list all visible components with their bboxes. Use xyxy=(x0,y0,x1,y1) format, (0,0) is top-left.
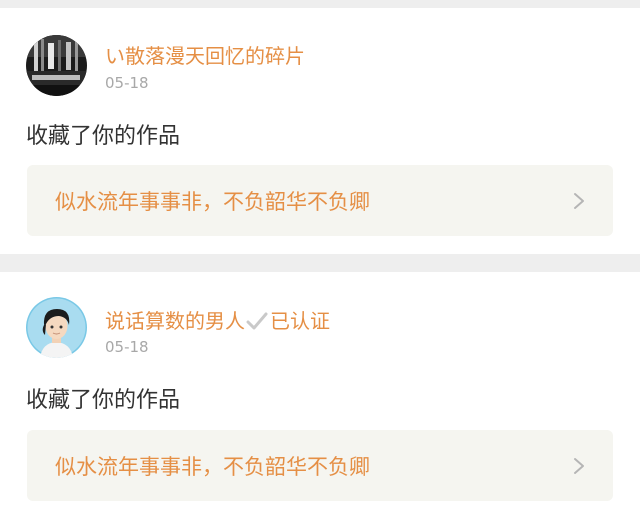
username-link[interactable]: 说话算数的男人 已认证 xyxy=(105,305,330,334)
work-link[interactable]: 似水流年事事非，不负韶华不负卿 xyxy=(27,430,613,501)
verified-label: 已认证 xyxy=(270,309,330,333)
username-link[interactable]: い散落漫天回忆的碎片 xyxy=(105,40,305,69)
timestamp: 05-18 xyxy=(105,338,149,356)
dark-photo-avatar-icon xyxy=(26,35,87,96)
notification-feed: い散落漫天回忆的碎片 05-18 收藏了你的作品 似水流年事事非，不负韶华不负卿 xyxy=(0,0,640,531)
timestamp: 05-18 xyxy=(105,74,149,92)
work-link[interactable]: 似水流年事事非，不负韶华不负卿 xyxy=(27,165,613,236)
username-text: 说话算数的男人 xyxy=(105,309,245,333)
work-title: 似水流年事事非，不负韶华不负卿 xyxy=(55,455,370,479)
notification-card: 说话算数的男人 已认证 05-18 收藏了你的作品 似水流年事事非，不负韶华不负… xyxy=(0,272,640,531)
verified-check-icon xyxy=(246,312,268,330)
user-avatar[interactable] xyxy=(26,35,87,96)
chevron-right-icon xyxy=(574,458,584,474)
chevron-right-icon xyxy=(574,193,584,209)
activity-text: 收藏了你的作品 xyxy=(26,388,181,413)
work-title: 似水流年事事非，不负韶华不负卿 xyxy=(55,190,370,214)
cartoon-boy-avatar-icon xyxy=(26,297,87,358)
activity-text: 收藏了你的作品 xyxy=(26,124,181,149)
user-avatar[interactable] xyxy=(26,297,87,358)
notification-card: い散落漫天回忆的碎片 05-18 收藏了你的作品 似水流年事事非，不负韶华不负卿 xyxy=(0,8,640,254)
